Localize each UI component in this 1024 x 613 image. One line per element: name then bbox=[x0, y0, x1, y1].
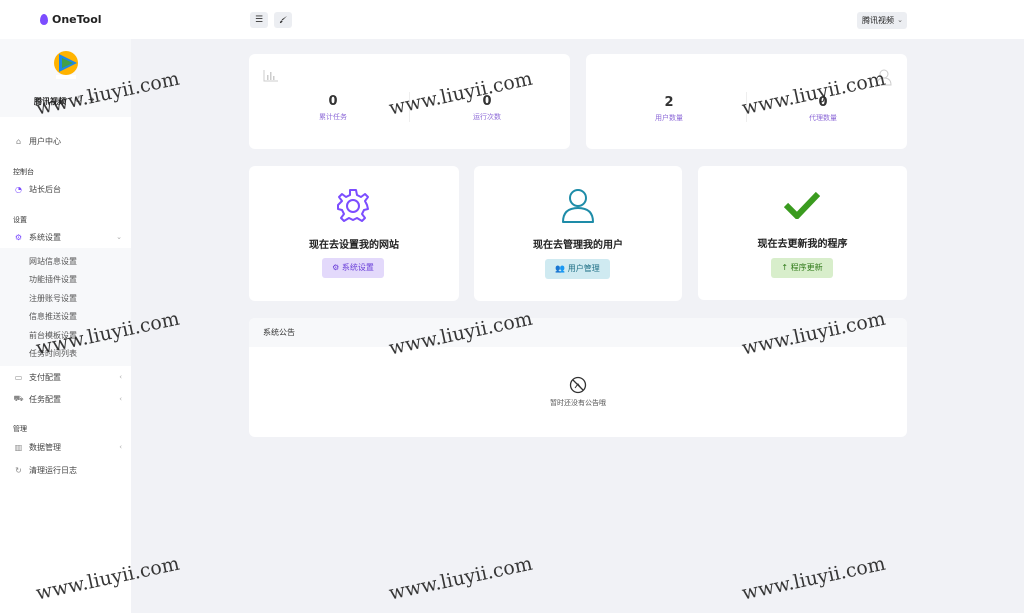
watermark: www.liuyii.com bbox=[740, 552, 888, 605]
section-head-manage: 管理 bbox=[13, 425, 27, 433]
button-label: 系统设置 bbox=[341, 263, 374, 272]
flame-icon bbox=[40, 14, 48, 25]
stat-label: 用户数量 bbox=[655, 114, 683, 122]
action-title: 现在去管理我的用户 bbox=[533, 240, 623, 251]
site-select[interactable]: 腾讯视频 ⌄ bbox=[857, 12, 907, 29]
action-card-users: 现在去管理我的用户 👥 用户管理 bbox=[474, 166, 682, 301]
sidebar-item-label: 清理运行日志 bbox=[29, 465, 77, 475]
hamburger-icon: ☰ bbox=[254, 15, 264, 25]
sidebar-item-label: 用户中心 bbox=[29, 136, 61, 146]
section-head-console: 控制台 bbox=[13, 168, 34, 176]
chevron-down-icon: ⌄ bbox=[116, 233, 122, 241]
empty-icon bbox=[569, 376, 587, 394]
sidebar-item-label: 支付配置 bbox=[29, 372, 61, 382]
top-bar: OneTool ☰ 腾讯视频 ⌄ bbox=[0, 0, 1024, 39]
avatar[interactable] bbox=[51, 50, 81, 80]
submenu-item[interactable]: 信息推送设置 bbox=[29, 311, 77, 322]
home-icon: ⌂ bbox=[15, 136, 22, 146]
gear-icon: ⚙ bbox=[14, 232, 23, 242]
action-card-update: 现在去更新我的程序 ↑ 程序更新 bbox=[698, 166, 907, 300]
watermark: www.liuyii.com bbox=[387, 552, 535, 605]
submenu-item[interactable]: 网站信息设置 bbox=[29, 256, 77, 267]
button-label: 用户管理 bbox=[567, 264, 600, 273]
stat-label: 代理数量 bbox=[809, 114, 837, 122]
theme-button[interactable] bbox=[274, 12, 292, 28]
stat-label: 累计任务 bbox=[319, 113, 347, 121]
sidebar-item-label: 系统设置 bbox=[29, 232, 61, 242]
submenu-item[interactable]: 功能插件设置 bbox=[29, 274, 77, 285]
sidebar-item-system-settings[interactable]: ⚙ 系统设置 ⌄ bbox=[0, 228, 131, 246]
gauge-icon: ◔ bbox=[15, 184, 22, 194]
sidebar-item-label: 任务配置 bbox=[29, 394, 61, 404]
empty-text: 暂时还没有公告哦 bbox=[550, 399, 606, 407]
checkmark-icon bbox=[784, 191, 820, 219]
section-head-settings: 设置 bbox=[13, 216, 27, 224]
gear-icon: ⚙ bbox=[332, 263, 340, 272]
sidebar-item-payment[interactable]: ▭ 支付配置 ‹ bbox=[0, 368, 131, 386]
app-logo-text: OneTool bbox=[52, 13, 102, 26]
stat-value: 2 bbox=[664, 95, 674, 110]
bar-chart-icon: ▥ bbox=[14, 442, 23, 452]
action-title: 现在去设置我的网站 bbox=[309, 240, 399, 251]
sidebar-item-user-center[interactable]: ⌂ 用户中心 bbox=[0, 132, 131, 150]
bar-chart-icon bbox=[263, 70, 278, 82]
gear-icon bbox=[337, 189, 369, 222]
stat-value: 0 bbox=[328, 94, 338, 109]
action-title: 现在去更新我的程序 bbox=[757, 239, 848, 250]
user-icon bbox=[562, 189, 594, 223]
chevron-left-icon: ‹ bbox=[119, 443, 122, 451]
users-icon: 👥 bbox=[555, 264, 566, 273]
stat-label: 运行次数 bbox=[473, 113, 501, 121]
action-card-settings: 现在去设置我的网站 ⚙ 系统设置 bbox=[249, 166, 459, 301]
sidebar-item-label: 站长后台 bbox=[29, 184, 61, 194]
sidebar-item-label: 数据管理 bbox=[29, 442, 61, 452]
app-logo[interactable]: OneTool bbox=[40, 13, 102, 26]
money-icon: ▭ bbox=[14, 372, 23, 382]
sidebar-item-data-manage[interactable]: ▥ 数据管理 ‹ bbox=[0, 438, 131, 456]
brush-icon bbox=[279, 15, 287, 24]
program-update-button[interactable]: ↑ 程序更新 bbox=[771, 258, 833, 278]
sidebar-item-clear-logs[interactable]: ↻ 清理运行日志 bbox=[0, 461, 131, 479]
submenu-item[interactable]: 注册账号设置 bbox=[29, 293, 77, 304]
arrow-up-icon: ↑ bbox=[781, 263, 789, 272]
user-manage-button[interactable]: 👥 用户管理 bbox=[545, 259, 610, 279]
sidebar-item-webmaster[interactable]: ◔ 站长后台 bbox=[0, 180, 131, 198]
menu-toggle-button[interactable]: ☰ bbox=[250, 12, 268, 28]
button-label: 程序更新 bbox=[790, 263, 823, 272]
sidebar-item-task-config[interactable]: ⛟ 任务配置 ‹ bbox=[0, 390, 131, 408]
chevron-left-icon: ‹ bbox=[119, 373, 122, 381]
chevron-down-icon: ⌄ bbox=[897, 16, 903, 24]
site-select-value: 腾讯视频 bbox=[862, 16, 894, 25]
refresh-icon: ↻ bbox=[15, 465, 22, 475]
chevron-left-icon: ‹ bbox=[119, 395, 122, 403]
cart-icon: ⛟ bbox=[13, 394, 24, 403]
system-settings-button[interactable]: ⚙ 系统设置 bbox=[322, 258, 384, 278]
